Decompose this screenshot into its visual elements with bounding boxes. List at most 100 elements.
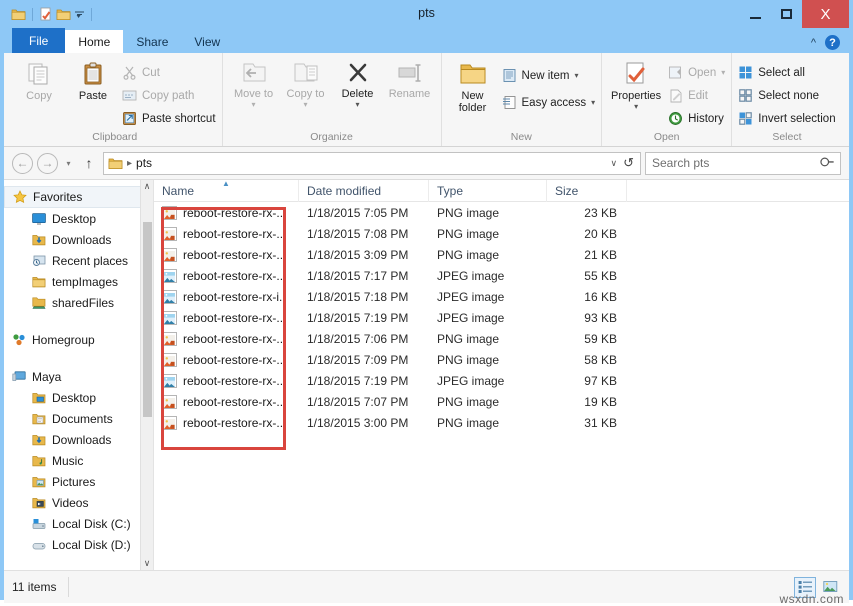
- column-header-size[interactable]: Size: [547, 180, 627, 202]
- table-row[interactable]: reboot-restore-rx-..1/18/2015 7:08 PMPNG…: [154, 223, 849, 244]
- path-breadcrumb[interactable]: ▸ pts ∨ ↺: [103, 152, 641, 175]
- sidebar-item-music[interactable]: Music: [4, 450, 153, 471]
- sidebar-item-maya[interactable]: Maya: [4, 366, 153, 387]
- file-name-cell[interactable]: reboot-restore-rx-..: [154, 395, 299, 409]
- select-all-button[interactable]: Select all: [738, 62, 835, 83]
- easy-access-label: Easy access: [522, 97, 587, 109]
- properties-caret-icon[interactable]: ▾: [634, 102, 638, 111]
- open-button[interactable]: Open ▾: [668, 62, 725, 83]
- table-row[interactable]: reboot-restore-rx-..1/18/2015 7:19 PMJPE…: [154, 307, 849, 328]
- tab-view[interactable]: View: [181, 30, 233, 53]
- file-date-cell: 1/18/2015 3:09 PM: [299, 248, 429, 262]
- copy-to-caret-icon[interactable]: ▾: [304, 100, 308, 109]
- new-folder-button[interactable]: New folder: [448, 58, 498, 114]
- file-name-label: reboot-restore-rx-..: [183, 311, 283, 325]
- edit-button[interactable]: Edit: [668, 85, 725, 106]
- tab-home[interactable]: Home: [65, 30, 123, 53]
- table-row[interactable]: reboot-restore-rx-..1/18/2015 3:00 PMPNG…: [154, 412, 849, 433]
- file-name-cell[interactable]: reboot-restore-rx-..: [154, 311, 299, 325]
- downloads-icon: [32, 434, 46, 446]
- column-header-date[interactable]: Date modified: [299, 180, 429, 202]
- move-to-caret-icon[interactable]: ▾: [252, 100, 256, 109]
- file-name-cell[interactable]: reboot-restore-rx-..: [154, 353, 299, 367]
- sidebar-item-recent-places[interactable]: Recent places: [4, 250, 153, 271]
- ribbon-tab-row: File Home Share View ^ ?: [4, 28, 849, 53]
- open-icon: [668, 65, 683, 80]
- help-icon[interactable]: ?: [825, 35, 840, 50]
- table-row[interactable]: reboot-restore-rx-..1/18/2015 7:17 PMJPE…: [154, 265, 849, 286]
- cut-label: Cut: [142, 67, 160, 79]
- navigation-scrollbar[interactable]: ∧ ∨: [140, 180, 153, 570]
- select-none-button[interactable]: Select none: [738, 85, 835, 106]
- sidebar-item-downloads[interactable]: Downloads: [4, 229, 153, 250]
- videos-icon: [32, 497, 46, 509]
- up-button[interactable]: ↑: [79, 155, 99, 171]
- file-name-cell[interactable]: reboot-restore-rx-..: [154, 374, 299, 388]
- collapse-ribbon-icon[interactable]: ^: [811, 37, 816, 49]
- file-name-cell[interactable]: reboot-restore-rx-..: [154, 227, 299, 241]
- sidebar-item-videos[interactable]: Videos: [4, 492, 153, 513]
- sidebar-item-favorites[interactable]: Favorites: [4, 186, 149, 208]
- sidebar-item-documents[interactable]: Documents: [4, 408, 153, 429]
- file-name-cell[interactable]: reboot-restore-rx-..: [154, 416, 299, 430]
- sidebar-item-tempimages[interactable]: tempImages: [4, 271, 153, 292]
- ribbon-group-new: New folder New item ▾ Easy acce: [442, 53, 603, 146]
- copy-to-button[interactable]: Copy to ▾: [281, 58, 331, 109]
- sidebar-item-local-disk-d[interactable]: Local Disk (D:): [4, 534, 153, 555]
- file-name-cell[interactable]: reboot-restore-rx-..: [154, 248, 299, 262]
- table-row[interactable]: reboot-restore-rx-..1/18/2015 7:05 PMPNG…: [154, 202, 849, 223]
- cut-button[interactable]: Cut: [122, 62, 216, 83]
- recent-locations-button[interactable]: ▾: [62, 159, 75, 168]
- easy-access-caret-icon[interactable]: ▾: [591, 98, 595, 107]
- column-header-type[interactable]: Type: [429, 180, 547, 202]
- search-box[interactable]: Search pts: [645, 152, 841, 175]
- paste-shortcut-button[interactable]: Paste shortcut: [122, 108, 216, 129]
- back-button[interactable]: ←: [12, 153, 33, 174]
- select-all-icon: [738, 65, 753, 80]
- file-name-cell[interactable]: reboot-restore-rx-..: [154, 269, 299, 283]
- properties-button[interactable]: Properties ▾: [608, 58, 664, 111]
- copy-button[interactable]: Copy: [14, 58, 64, 102]
- copy-path-button[interactable]: Copy path: [122, 85, 216, 106]
- delete-button[interactable]: Delete ▾: [333, 58, 383, 109]
- scroll-down-button[interactable]: ∨: [144, 557, 151, 570]
- table-row[interactable]: reboot-restore-rx-..1/18/2015 7:06 PMPNG…: [154, 328, 849, 349]
- chevron-down-icon[interactable]: ∨: [611, 158, 618, 169]
- sidebar-item-desktop-2[interactable]: Desktop: [4, 387, 153, 408]
- table-row[interactable]: reboot-restore-rx-..1/18/2015 3:09 PMPNG…: [154, 244, 849, 265]
- easy-access-button[interactable]: Easy access ▾: [502, 92, 596, 113]
- refresh-icon[interactable]: ↺: [623, 155, 634, 171]
- scrollbar-thumb[interactable]: [143, 222, 152, 417]
- sidebar-item-downloads-2[interactable]: Downloads: [4, 429, 153, 450]
- file-name-cell[interactable]: reboot-restore-rx-i..: [154, 290, 299, 304]
- open-caret-icon[interactable]: ▾: [721, 68, 725, 77]
- tab-share[interactable]: Share: [123, 30, 181, 53]
- delete-caret-icon[interactable]: ▾: [356, 100, 360, 109]
- sidebar-item-sharedfiles[interactable]: sharedFiles: [4, 292, 153, 313]
- table-row[interactable]: reboot-restore-rx-..1/18/2015 7:09 PMPNG…: [154, 349, 849, 370]
- history-button[interactable]: History: [668, 108, 725, 129]
- sidebar-item-local-disk-c[interactable]: Local Disk (C:): [4, 513, 153, 534]
- sidebar-item-desktop[interactable]: Desktop: [4, 208, 153, 229]
- new-item-button[interactable]: New item ▾: [502, 65, 596, 86]
- file-name-cell[interactable]: reboot-restore-rx-..: [154, 332, 299, 346]
- scroll-up-button[interactable]: ∧: [144, 180, 151, 193]
- move-to-button[interactable]: Move to ▾: [229, 58, 279, 109]
- ribbon: Copy Paste Cut: [4, 53, 849, 147]
- tab-file[interactable]: File: [12, 28, 65, 53]
- column-header-name[interactable]: Name ▲: [154, 180, 299, 202]
- file-date-cell: 1/18/2015 7:06 PM: [299, 332, 429, 346]
- search-input[interactable]: Search pts: [652, 156, 709, 170]
- sidebar-item-homegroup[interactable]: Homegroup: [4, 329, 153, 350]
- table-row[interactable]: reboot-restore-rx-..1/18/2015 7:19 PMJPE…: [154, 370, 849, 391]
- table-row[interactable]: reboot-restore-rx-i..1/18/2015 7:18 PMJP…: [154, 286, 849, 307]
- paste-button[interactable]: Paste: [68, 58, 118, 102]
- new-item-caret-icon[interactable]: ▾: [574, 71, 578, 80]
- breadcrumb-current[interactable]: pts: [136, 156, 152, 170]
- file-name-cell[interactable]: reboot-restore-rx-..: [154, 206, 299, 220]
- rename-button[interactable]: Rename: [385, 58, 435, 100]
- invert-selection-button[interactable]: Invert selection: [738, 108, 835, 129]
- sidebar-item-pictures[interactable]: Pictures: [4, 471, 153, 492]
- forward-button[interactable]: →: [37, 153, 58, 174]
- table-row[interactable]: reboot-restore-rx-..1/18/2015 7:07 PMPNG…: [154, 391, 849, 412]
